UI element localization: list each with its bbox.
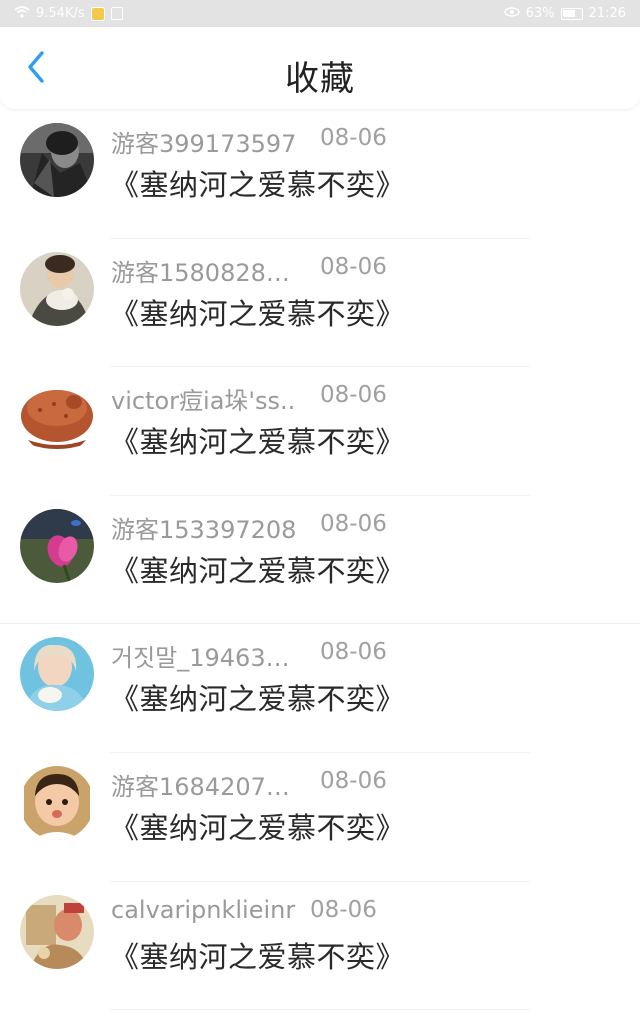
top-bar: 收藏 — [0, 27, 640, 109]
page-title: 收藏 — [285, 59, 355, 99]
date: 08-06 — [310, 896, 377, 923]
user-name: 游客1580828… — [111, 258, 290, 287]
date: 08-06 — [320, 125, 387, 151]
book-title[interactable]: 《塞纳河之爱慕不奕》 — [110, 162, 405, 204]
list-item[interactable]: calvaripnklieinr 08-06 《塞纳河之爱慕不奕》 — [0, 882, 640, 1011]
list-item[interactable]: 游客153397208 08-06 《塞纳河之爱慕不奕》 — [0, 496, 640, 625]
list-item[interactable]: 거짓말_19463… 08-06 《塞纳河之爱慕不奕》 — [0, 624, 640, 753]
sim-icon — [110, 7, 123, 20]
battery-icon — [560, 7, 583, 20]
date: 08-06 — [320, 253, 387, 280]
clock: 21:26 — [588, 6, 626, 21]
list-item[interactable]: 游客1580828… 08-06 《塞纳河之爱慕不奕》 — [0, 239, 640, 368]
avatar[interactable] — [20, 508, 94, 583]
date: 08-06 — [320, 510, 387, 537]
favorites-list: 游客399173597 08-06 《塞纳河之爱慕不奕》 游客1580828… … — [0, 110, 640, 1011]
avatar[interactable] — [20, 637, 94, 712]
date: 08-06 — [320, 767, 387, 794]
list-item[interactable]: 游客1684207… 08-06 《塞纳河之爱慕不奕》 — [0, 753, 640, 882]
date: 08-06 — [320, 382, 387, 409]
user-name: victor痘ia垛'ss.. — [111, 387, 296, 416]
book-title[interactable]: 《塞纳河之爱慕不奕》 — [110, 805, 405, 847]
book-title[interactable]: 《塞纳河之爱慕不奕》 — [110, 291, 405, 333]
network-speed: 9.54K/s — [36, 6, 85, 21]
book-title[interactable]: 《塞纳河之爱慕不奕》 — [110, 548, 405, 590]
user-name: 游客1684207… — [111, 772, 290, 801]
avatar[interactable] — [20, 251, 94, 326]
book-title[interactable]: 《塞纳河之爱慕不奕》 — [110, 934, 405, 976]
wifi-icon — [14, 5, 30, 22]
avatar[interactable] — [20, 894, 94, 969]
user-name: 거짓말_19463… — [111, 644, 290, 673]
app-notification-icon — [90, 6, 105, 21]
avatar[interactable] — [20, 123, 94, 197]
divider — [110, 1009, 530, 1011]
book-title[interactable]: 《塞纳河之爱慕不奕》 — [110, 419, 405, 461]
user-name: 游客399173597 — [111, 130, 297, 158]
list-item[interactable]: victor痘ia垛'ss.. 08-06 《塞纳河之爱慕不奕》 — [0, 367, 640, 496]
avatar[interactable] — [20, 765, 94, 840]
book-title[interactable]: 《塞纳河之爱慕不奕》 — [110, 676, 405, 718]
user-name: calvaripnklieinr — [111, 895, 296, 924]
battery-percent: 63% — [525, 6, 555, 21]
status-bar: 9.54K/s 63% 21:26 — [0, 0, 640, 27]
avatar[interactable] — [20, 380, 94, 455]
list-item[interactable]: 游客399173597 08-06 《塞纳河之爱慕不奕》 — [0, 110, 640, 239]
date: 08-06 — [320, 639, 387, 666]
eye-icon — [503, 6, 520, 21]
user-name: 游客153397208 — [111, 515, 297, 544]
